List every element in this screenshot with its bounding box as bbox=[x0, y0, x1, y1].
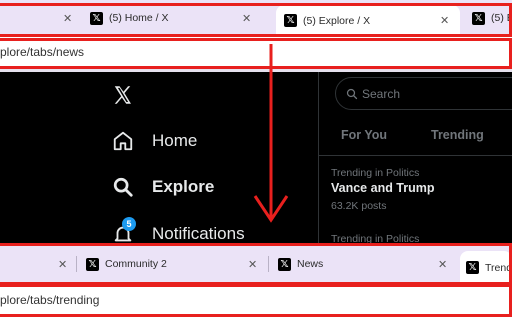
trend-post-count: 63.2K posts bbox=[331, 200, 387, 212]
bell-icon-wrap: 5 bbox=[112, 217, 136, 244]
annotation-box-bottom-tabs bbox=[0, 243, 512, 285]
nav-label: Notifications bbox=[152, 224, 245, 243]
nav-notifications[interactable]: 5 Notifications bbox=[112, 217, 245, 244]
x-page: Home Explore 5 Notifications Search For … bbox=[0, 72, 512, 244]
annotation-box-top-tabs bbox=[0, 3, 512, 37]
x-logo-icon[interactable] bbox=[112, 84, 134, 106]
search-input[interactable]: Search bbox=[335, 77, 512, 110]
tab-for-you[interactable]: For You bbox=[341, 128, 387, 142]
annotation-box-bottom-url bbox=[0, 284, 512, 317]
notification-badge: 5 bbox=[122, 217, 136, 231]
nav-label: Home bbox=[152, 131, 198, 150]
search-placeholder: Search bbox=[362, 87, 401, 101]
tabs-divider bbox=[319, 155, 512, 156]
tab-trending[interactable]: Trending bbox=[431, 128, 484, 142]
trend-category: Trending in Politics bbox=[331, 167, 420, 179]
nav-label: Explore bbox=[152, 177, 215, 196]
annotation-box-top-url bbox=[0, 38, 512, 69]
search-icon bbox=[113, 177, 133, 197]
trend-title: Vance and Trump bbox=[331, 181, 435, 195]
nav-explore[interactable]: Explore bbox=[112, 176, 214, 198]
search-icon bbox=[346, 88, 358, 100]
right-column: Search For You Trending Trending in Poli… bbox=[318, 72, 512, 244]
nav-home[interactable]: Home bbox=[112, 130, 197, 152]
home-icon bbox=[113, 131, 133, 151]
